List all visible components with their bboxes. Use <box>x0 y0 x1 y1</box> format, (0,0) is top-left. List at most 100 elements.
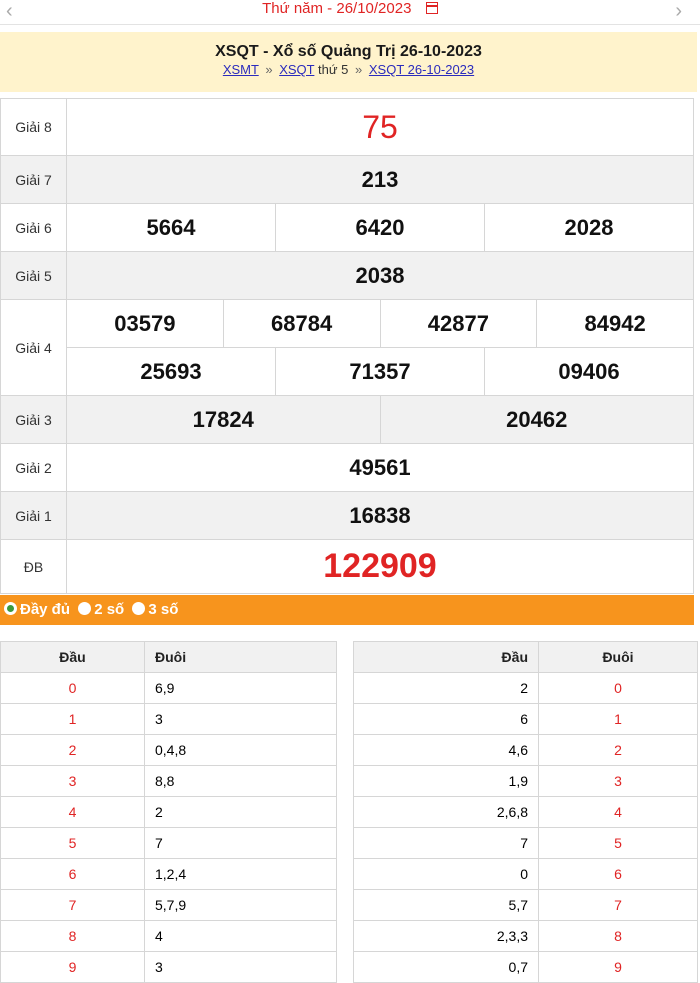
prize-number: 25693 <box>66 347 276 396</box>
tail-cell: 6,9 <box>144 672 337 704</box>
prize-number: 2028 <box>484 203 694 252</box>
table-row: 57 <box>0 827 337 859</box>
prize-label: Giải 2 <box>0 443 67 492</box>
table-row: 4,6 2 <box>353 734 698 766</box>
column-header: Đuôi <box>144 641 337 673</box>
radio-checked-icon <box>4 601 17 615</box>
tail-cell: 6 <box>538 858 698 890</box>
breadcrumb: XSMT » XSQT thứ 5 » XSQT 26-10-2023 <box>0 62 697 77</box>
prize-row-8: Giải 8 75 <box>0 98 694 156</box>
prize-number: 42877 <box>379 299 538 348</box>
prize-number: 84942 <box>536 299 694 348</box>
table-row: 84 <box>0 920 337 952</box>
prize-row-2: Giải 2 49561 <box>0 443 694 492</box>
special-prize-number: 122909 <box>66 539 694 594</box>
prize-number: 75 <box>66 98 694 156</box>
prize-number: 20462 <box>379 395 694 444</box>
breadcrumb-xsmt-link[interactable]: XSMT <box>223 62 259 77</box>
prize-label: ĐB <box>0 539 67 594</box>
radio-icon <box>132 601 146 615</box>
chevron-left-icon[interactable]: ‹ <box>6 0 13 22</box>
tail-cell: 3 <box>144 951 337 983</box>
prize-number: 213 <box>66 155 694 204</box>
table-row: 13 <box>0 703 337 735</box>
prize-row-5: Giải 5 2038 <box>0 251 694 300</box>
table-row: 0 6,9 <box>0 672 337 704</box>
head-cell: 4,6 <box>353 734 539 766</box>
tail-cell: 7 <box>144 827 337 859</box>
prize-row-3: Giải 3 17824 20462 <box>0 395 694 444</box>
table-row: 42 <box>0 796 337 828</box>
table-row: 7 5,7,9 <box>0 889 337 921</box>
tail-cell: 4 <box>144 920 337 952</box>
filter-label: 2 số <box>94 601 125 618</box>
loto-tail-table: Đầu Đuôi 2 0 6 1 4,6 2 1,9 3 2,6,8 4 7 5 0 6 5,7 7 2,3,3… <box>353 641 698 983</box>
head-cell: 7 <box>353 827 539 859</box>
table-row: 06 <box>353 858 698 890</box>
radio-icon <box>78 601 92 615</box>
tail-cell: 3 <box>538 765 698 797</box>
draw-date: Thứ năm - 26/10/2023 <box>262 0 412 17</box>
prize-number: 71357 <box>275 347 485 396</box>
prize-label: Giải 7 <box>0 155 67 204</box>
calendar-icon[interactable] <box>425 2 438 14</box>
table-row: 2,6,8 4 <box>353 796 698 828</box>
result-title-box: XSQT - Xổ số Quảng Trị 26-10-2023 XSMT »… <box>0 32 697 92</box>
prize-number: 17824 <box>66 395 381 444</box>
filter-option-3-digits[interactable]: 3 số <box>132 595 178 625</box>
table-row: 2 0,4,8 <box>0 734 337 766</box>
breadcrumb-date-link[interactable]: XSQT 26-10-2023 <box>369 62 474 77</box>
prize-label: Giải 8 <box>0 98 67 156</box>
table-row: 0,7 9 <box>353 951 698 983</box>
tail-cell: 2 <box>144 796 337 828</box>
prize-label: Giải 5 <box>0 251 67 300</box>
breadcrumb-separator: » <box>265 62 273 77</box>
digit-filter-bar: Đầy đủ 2 số 3 số <box>0 595 694 625</box>
column-header: Đầu <box>0 641 145 673</box>
head-cell: 3 <box>0 765 145 797</box>
prize-row-special: ĐB 122909 <box>0 539 694 594</box>
prize-number: 09406 <box>484 347 694 396</box>
prize-row-4: Giải 4 03579 68784 42877 84942 <box>0 299 694 396</box>
head-cell: 2 <box>0 734 145 766</box>
head-cell: 9 <box>0 951 145 983</box>
prize-results-table: Giải 8 75 Giải 7 213 Giải 6 5664 6420 20… <box>0 98 694 594</box>
filter-option-full[interactable]: Đầy đủ <box>4 595 70 625</box>
filter-label: 3 số <box>148 601 179 618</box>
tail-cell: 8,8 <box>144 765 337 797</box>
prize-row-4b: 25693 71357 09406 <box>1 347 694 396</box>
tail-cell: 8 <box>538 920 698 952</box>
prize-number: 6420 <box>275 203 485 252</box>
table-row: 1,9 3 <box>353 765 698 797</box>
table-row: 93 <box>0 951 337 983</box>
breadcrumb-weekday: thứ 5 <box>318 62 349 77</box>
prize-number: 68784 <box>222 299 381 348</box>
tail-cell: 2 <box>538 734 698 766</box>
head-cell: 6 <box>0 858 145 890</box>
head-cell: 0 <box>353 858 539 890</box>
prize-number: 2038 <box>66 251 694 300</box>
tail-cell: 7 <box>538 889 698 921</box>
head-cell: 2 <box>353 672 539 704</box>
prize-label: Giải 4 <box>0 299 67 396</box>
head-cell: 1,9 <box>353 765 539 797</box>
table-row: 61 <box>353 703 698 735</box>
prize-row-6: Giải 6 5664 6420 2028 <box>0 203 694 252</box>
filter-option-2-digits[interactable]: 2 số <box>78 595 124 625</box>
tail-cell: 1 <box>538 703 698 735</box>
breadcrumb-xsqt-link[interactable]: XSQT <box>279 62 314 77</box>
loto-head-table: Đầu Đuôi 0 6,9 1 3 2 0,4,8 3 8,8 4 2 5 7 6 1,2,4 7 5,7,… <box>0 641 337 983</box>
filter-label: Đầy đủ <box>20 601 71 618</box>
head-cell: 0,7 <box>353 951 539 983</box>
tail-cell: 9 <box>538 951 698 983</box>
prize-number: 49561 <box>66 443 694 492</box>
prize-number: 03579 <box>66 299 224 348</box>
chevron-right-icon[interactable]: › <box>675 0 682 22</box>
tail-cell: 0,4,8 <box>144 734 337 766</box>
head-cell: 5,7 <box>353 889 539 921</box>
tail-cell: 3 <box>144 703 337 735</box>
head-cell: 7 <box>0 889 145 921</box>
table-row: 5,7 7 <box>353 889 698 921</box>
prize-label: Giải 1 <box>0 491 67 540</box>
tail-cell: 4 <box>538 796 698 828</box>
